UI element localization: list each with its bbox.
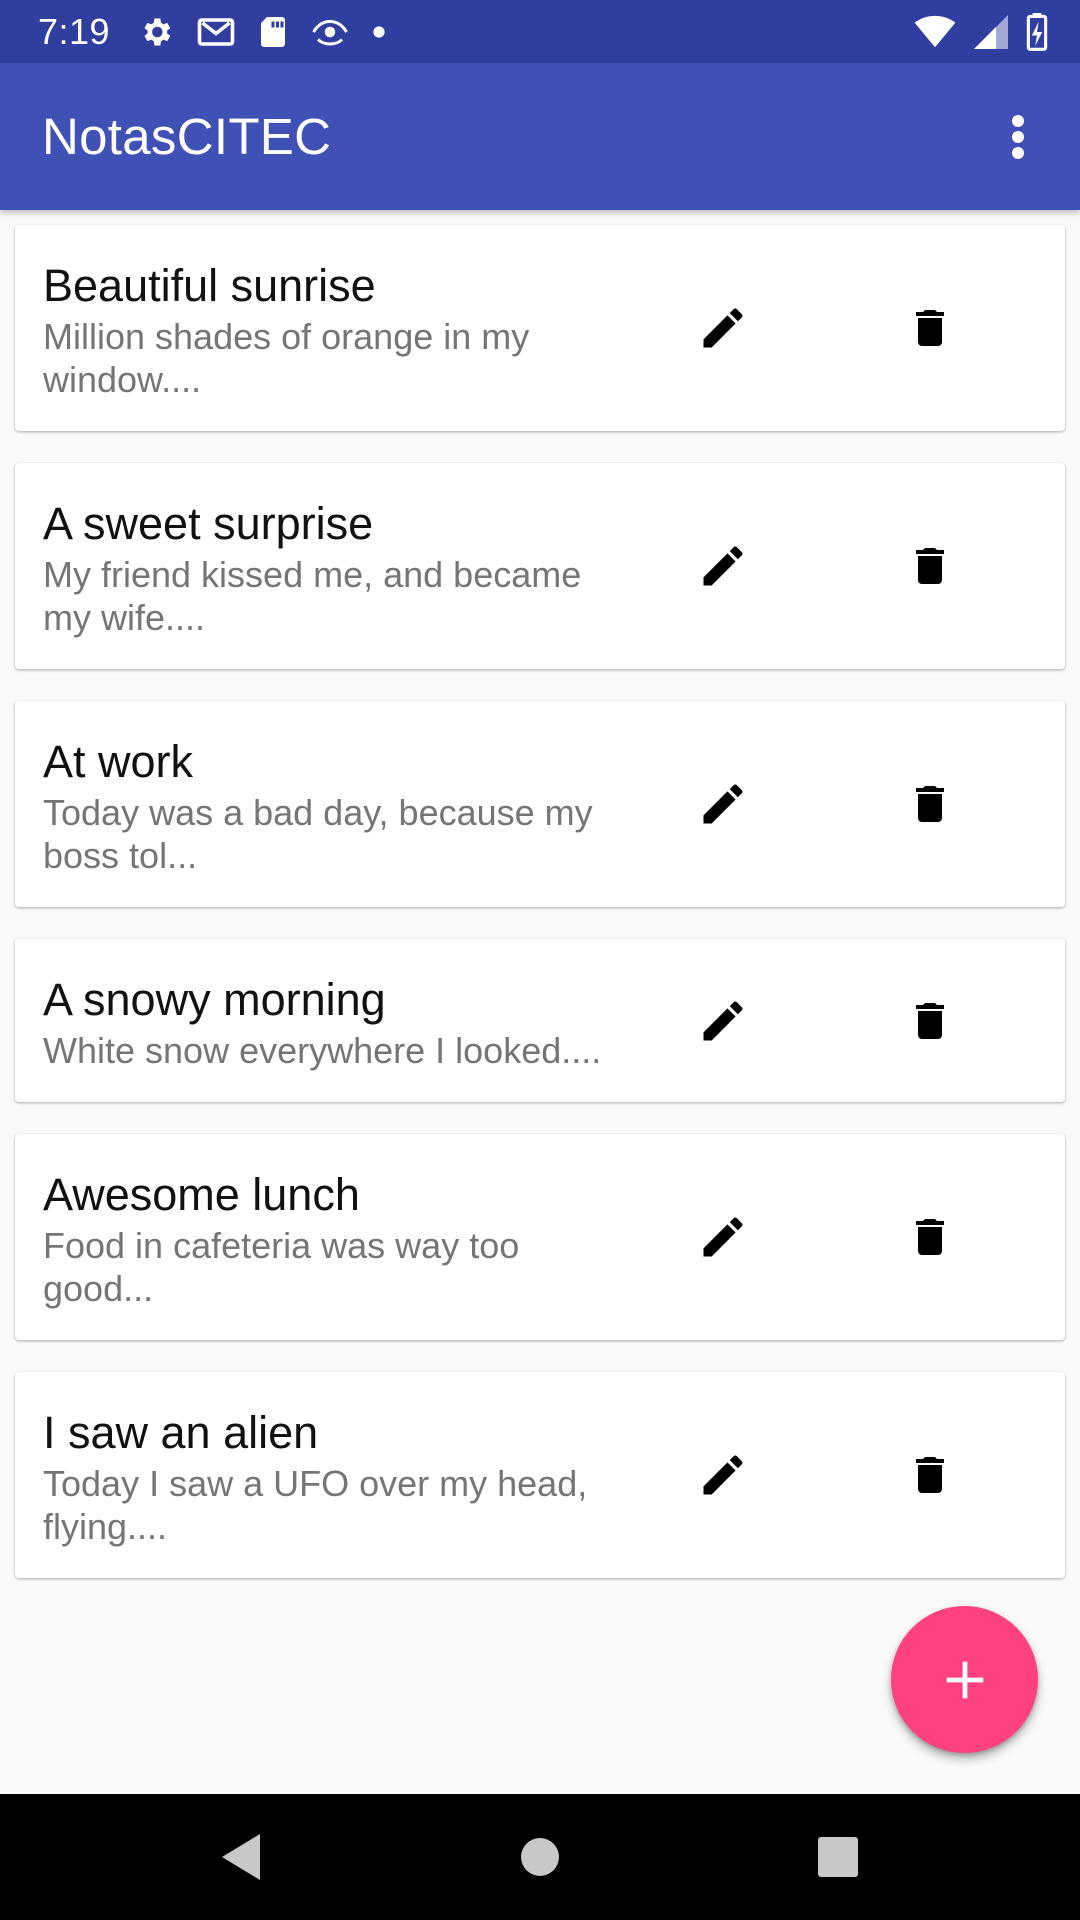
recents-icon	[818, 1837, 858, 1877]
pencil-icon	[703, 546, 743, 586]
eye-cast-icon	[312, 19, 348, 46]
edit-note-button[interactable]	[678, 1430, 768, 1520]
edit-note-button[interactable]	[678, 521, 768, 611]
back-button[interactable]	[180, 1797, 300, 1917]
trash-icon	[916, 310, 944, 346]
gear-icon	[144, 18, 171, 45]
back-icon	[222, 1834, 260, 1880]
gmail-icon	[197, 17, 235, 46]
note-card[interactable]: A snowy morning White snow everywhere I …	[15, 939, 1065, 1102]
note-card[interactable]: I saw an alien Today I saw a UFO over my…	[15, 1372, 1065, 1578]
recents-button[interactable]	[778, 1797, 898, 1917]
delete-note-button[interactable]	[885, 521, 975, 611]
delete-note-button[interactable]	[885, 1430, 975, 1520]
plus-icon	[946, 1661, 983, 1698]
note-card[interactable]: A sweet surprise My friend kissed me, an…	[15, 463, 1065, 669]
status-right	[896, 12, 1048, 51]
pencil-icon	[703, 1217, 743, 1257]
note-body: Food in cafeteria was way too good...	[43, 1225, 520, 1309]
more-vert-icon	[1012, 114, 1024, 159]
pencil-icon	[703, 784, 743, 824]
trash-icon	[916, 1002, 944, 1039]
delete-note-button[interactable]	[885, 976, 975, 1066]
edit-note-button[interactable]	[678, 1192, 768, 1282]
note-card[interactable]: Awesome lunch Food in cafeteria was way …	[15, 1134, 1065, 1340]
trash-icon	[916, 1219, 944, 1255]
cell-signal-icon	[974, 14, 1008, 49]
navigation-bar	[0, 1794, 1080, 1920]
home-icon	[521, 1838, 559, 1876]
home-button[interactable]	[480, 1797, 600, 1917]
pencil-icon	[703, 1000, 743, 1040]
note-body: Today was a bad day, because my boss tol…	[43, 792, 593, 876]
wifi-icon	[914, 15, 956, 47]
note-card[interactable]: Beautiful sunrise Million shades of oran…	[15, 225, 1065, 431]
edit-note-button[interactable]	[678, 759, 768, 849]
status-bar: 7:19	[0, 0, 1080, 63]
note-body: Million shades of orange in my window...…	[43, 316, 530, 400]
status-time: 7:19	[38, 10, 111, 52]
note-body: White snow everywhere I looked....	[43, 1030, 602, 1071]
trash-icon	[916, 1457, 944, 1493]
add-note-button[interactable]	[891, 1606, 1038, 1753]
dot-icon	[373, 25, 385, 38]
pencil-icon	[703, 1455, 743, 1495]
delete-note-button[interactable]	[885, 1192, 975, 1282]
battery-icon	[1026, 12, 1048, 51]
note-body: Today I saw a UFO over my head, flying..…	[43, 1463, 588, 1547]
status-left: 7:19	[38, 11, 408, 53]
edit-note-button[interactable]	[678, 976, 768, 1066]
app-title: NotasCITEC	[42, 108, 332, 165]
notes-list: Beautiful sunrise Million shades of oran…	[15, 225, 1065, 1610]
note-card[interactable]: At work Today was a bad day, because my …	[15, 701, 1065, 907]
sd-card-icon	[261, 16, 286, 47]
delete-note-button[interactable]	[885, 283, 975, 373]
trash-icon	[916, 548, 944, 584]
edit-note-button[interactable]	[678, 283, 768, 373]
trash-icon	[916, 786, 944, 822]
overflow-menu-button[interactable]	[976, 95, 1060, 179]
note-body: My friend kissed me, and became my wife.…	[43, 554, 582, 638]
app-bar: NotasCITEC	[0, 63, 1080, 210]
pencil-icon	[703, 308, 743, 348]
delete-note-button[interactable]	[885, 759, 975, 849]
